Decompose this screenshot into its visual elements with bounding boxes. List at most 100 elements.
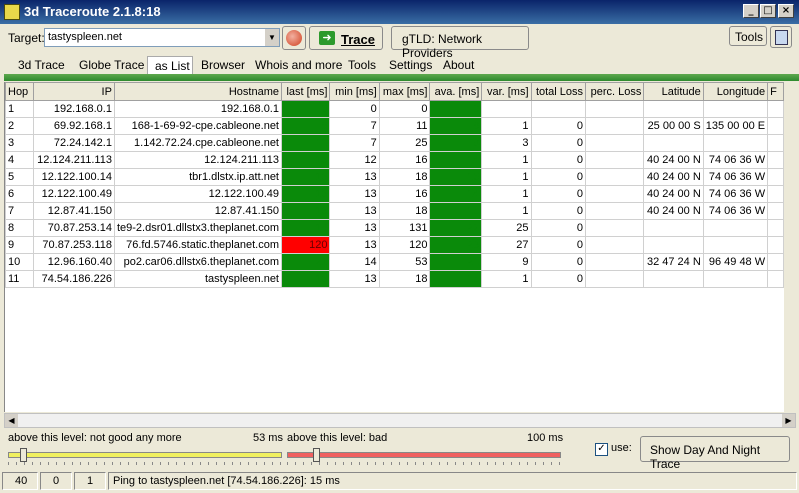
cell-last: 21: [280, 253, 331, 271]
table-row[interactable]: 7 12.87.41.150 12.87.41.150 15 13 18 15 1 0 40 24…: [5, 202, 784, 220]
target-input[interactable]: tastyspleen.net: [48, 31, 122, 43]
cell-hop: 8: [5, 219, 35, 237]
table-row[interactable]: 11 74.54.186.226 tastyspleen.net 15 13 18 15 1 0: [5, 270, 784, 288]
cell-last: 8: [280, 117, 331, 135]
tab-as-list[interactable]: as List: [147, 56, 193, 74]
hop-table: Hop IP Hostname last [ms] min [ms] max […: [4, 82, 784, 412]
cell-perc-loss: [585, 100, 645, 118]
tab-settings[interactable]: Settings: [389, 56, 432, 74]
tab-globe-trace[interactable]: Globe Trace: [79, 56, 144, 74]
copy-button[interactable]: [770, 26, 792, 48]
cell-ip: 12.96.160.40: [33, 253, 115, 271]
cell-latitude: 25 00 00 S: [643, 117, 704, 135]
good-slider-thumb[interactable]: [20, 448, 27, 462]
cell-hop: 1: [5, 100, 35, 118]
horizontal-scrollbar[interactable]: ◀ ▶: [4, 413, 796, 428]
cell-ip: 12.87.41.150: [33, 202, 115, 220]
col-hop[interactable]: Hop: [5, 82, 35, 101]
cell-f: [767, 185, 784, 203]
cell-max: 53: [378, 253, 431, 271]
col-total-loss[interactable]: total Loss: [530, 82, 587, 101]
tab-about[interactable]: About: [443, 56, 474, 74]
cell-total-loss: [530, 100, 587, 118]
stop-icon: [286, 30, 302, 46]
cell-min: 13: [329, 270, 380, 288]
cell-ava: 9: [429, 134, 483, 152]
cell-longitude: [702, 134, 769, 152]
col-latitude[interactable]: Latitude: [643, 82, 704, 101]
tab-browser[interactable]: Browser: [201, 56, 245, 74]
cell-longitude: [702, 100, 769, 118]
scroll-left-icon[interactable]: ◀: [5, 414, 18, 427]
table-row[interactable]: 1 192.168.0.1 192.168.0.1 0 0 0 0: [5, 100, 784, 118]
cell-var: 1: [481, 117, 532, 135]
target-combobox[interactable]: tastyspleen.net ▼: [44, 28, 280, 47]
cell-total-loss: 0: [530, 202, 587, 220]
table-row[interactable]: 6 12.122.100.49 12.122.100.49 15 13 16 14 1 0 40 …: [5, 185, 784, 203]
good-threshold-slider[interactable]: [8, 452, 282, 458]
cell-max: 25: [378, 134, 431, 152]
cell-min: 14: [329, 253, 380, 271]
cell-ava: 0: [429, 100, 483, 118]
stop-button[interactable]: [282, 26, 306, 50]
cell-longitude: 74 06 36 W: [702, 185, 769, 203]
table-row[interactable]: 10 12.96.160.40 po2.car06.dllstx6.theplane…: [5, 253, 784, 271]
cell-hop: 5: [5, 168, 35, 186]
bad-slider-thumb[interactable]: [313, 448, 320, 462]
col-ip[interactable]: IP: [33, 82, 115, 101]
col-ava[interactable]: ava. [ms]: [429, 82, 483, 101]
table-row[interactable]: 2 69.92.168.1 168-1-69-92-cpe.cableone.net…: [5, 117, 784, 135]
gtld-button[interactable]: gTLD: Network Providers: [391, 26, 529, 60]
col-last[interactable]: last [ms]: [280, 82, 331, 101]
cell-f: [767, 270, 784, 288]
col-hostname[interactable]: Hostname: [113, 82, 283, 101]
good-threshold-label: above this level: not good any more: [8, 432, 182, 444]
cell-hop: 7: [5, 202, 35, 220]
trace-button[interactable]: ➜ Trace: [309, 26, 383, 50]
cell-hop: 6: [5, 185, 35, 203]
col-max[interactable]: max [ms]: [378, 82, 431, 101]
close-button[interactable]: ×: [778, 4, 794, 18]
cell-hostname: tbr1.dlstx.ip.att.net: [113, 168, 283, 186]
col-var[interactable]: var. [ms]: [481, 82, 532, 101]
cell-perc-loss: [585, 134, 645, 152]
col-f[interactable]: F: [767, 82, 784, 101]
scroll-right-icon[interactable]: ▶: [782, 414, 795, 427]
cell-var: 1: [481, 270, 532, 288]
cell-perc-loss: [585, 185, 645, 203]
table-row[interactable]: 5 12.122.100.14 tbr1.dlstx.ip.att.net 15 13 1…: [5, 168, 784, 186]
cell-total-loss: 0: [530, 134, 587, 152]
col-longitude[interactable]: Longitude: [702, 82, 769, 101]
tools-button[interactable]: Tools: [729, 26, 767, 46]
use-checkbox[interactable]: ✓: [595, 443, 608, 456]
table-header-row: Hop IP Hostname last [ms] min [ms] max […: [5, 82, 784, 101]
cell-last: 0: [280, 100, 331, 118]
status-count-2-value: 0: [53, 475, 60, 487]
cell-min: 13: [329, 219, 380, 237]
cell-hop: 10: [5, 253, 35, 271]
cell-last: 120: [280, 236, 331, 254]
day-night-button[interactable]: Show Day And Night Trace: [640, 436, 790, 471]
table-row[interactable]: 3 72.24.142.1 1.142.72.24.cpe.cableone.net…: [5, 134, 784, 152]
col-perc-loss[interactable]: perc. Loss: [585, 82, 645, 101]
table-row[interactable]: 8 70.87.253.14 te9-2.dsr01.dllstx3.theplan…: [5, 219, 784, 237]
cell-ip: 70.87.253.118: [33, 236, 115, 254]
cell-ip: 12.122.100.49: [33, 185, 115, 203]
cell-var: 1: [481, 202, 532, 220]
tab-whois[interactable]: Whois and more: [255, 56, 342, 74]
bad-threshold-slider[interactable]: [287, 452, 561, 458]
col-min[interactable]: min [ms]: [329, 82, 380, 101]
minimize-button[interactable]: _: [743, 4, 759, 18]
cell-perc-loss: [585, 151, 645, 169]
cell-last: 15: [280, 270, 331, 288]
table-row[interactable]: 9 70.87.253.118 76.fd.5746.static.theplane…: [5, 236, 784, 254]
table-row[interactable]: 4 12.124.211.113 12.124.211.113 15 12 16 14 1 0 4…: [5, 151, 784, 169]
cell-longitude: [702, 270, 769, 288]
tab-tools[interactable]: Tools: [348, 56, 376, 74]
maximize-button[interactable]: □: [760, 4, 776, 18]
cell-ip: 74.54.186.226: [33, 270, 115, 288]
cell-perc-loss: [585, 236, 645, 254]
tab-3d-trace[interactable]: 3d Trace: [18, 56, 65, 74]
cell-var: 1: [481, 168, 532, 186]
dropdown-arrow-icon[interactable]: ▼: [265, 29, 279, 46]
